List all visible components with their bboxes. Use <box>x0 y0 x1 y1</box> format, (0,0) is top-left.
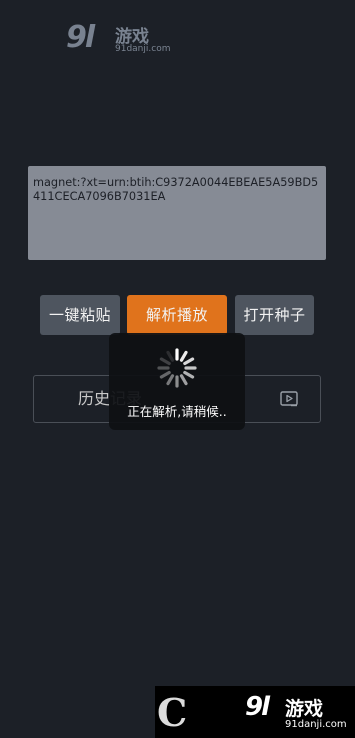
loading-spinner-icon <box>157 348 197 388</box>
parse-play-button[interactable]: 解析播放 <box>127 295 227 335</box>
watermark-logo-top: 9l 游戏 91danji.com <box>66 20 170 56</box>
loading-message: 正在解析,请稍候.. <box>127 404 227 419</box>
watermark-site-logo: C <box>157 690 188 735</box>
watermark-brand: 游戏 <box>285 698 324 720</box>
loading-dialog: 正在解析,请稍候.. <box>109 333 245 430</box>
watermark-banner-bottom: C 9l 游戏 91danji.com <box>155 686 355 738</box>
watermark-number: 9l <box>66 20 95 55</box>
watermark-number: 9l <box>245 692 270 722</box>
video-play-icon[interactable] <box>280 391 298 407</box>
magnet-link-input[interactable]: magnet:?xt=urn:btih:C9372A0044EBEAE5A59B… <box>28 166 326 260</box>
watermark-domain: 91danji.com <box>115 44 171 54</box>
watermark-domain: 91danji.com <box>285 719 347 730</box>
watermark-logo-bottom: 9l 游戏 91danji.com <box>245 686 355 738</box>
app-screen: 9l 游戏 91danji.com magnet:?xt=urn:btih:C9… <box>0 0 355 738</box>
paste-button[interactable]: 一键粘贴 <box>40 295 120 335</box>
open-seed-button[interactable]: 打开种子 <box>235 295 314 335</box>
